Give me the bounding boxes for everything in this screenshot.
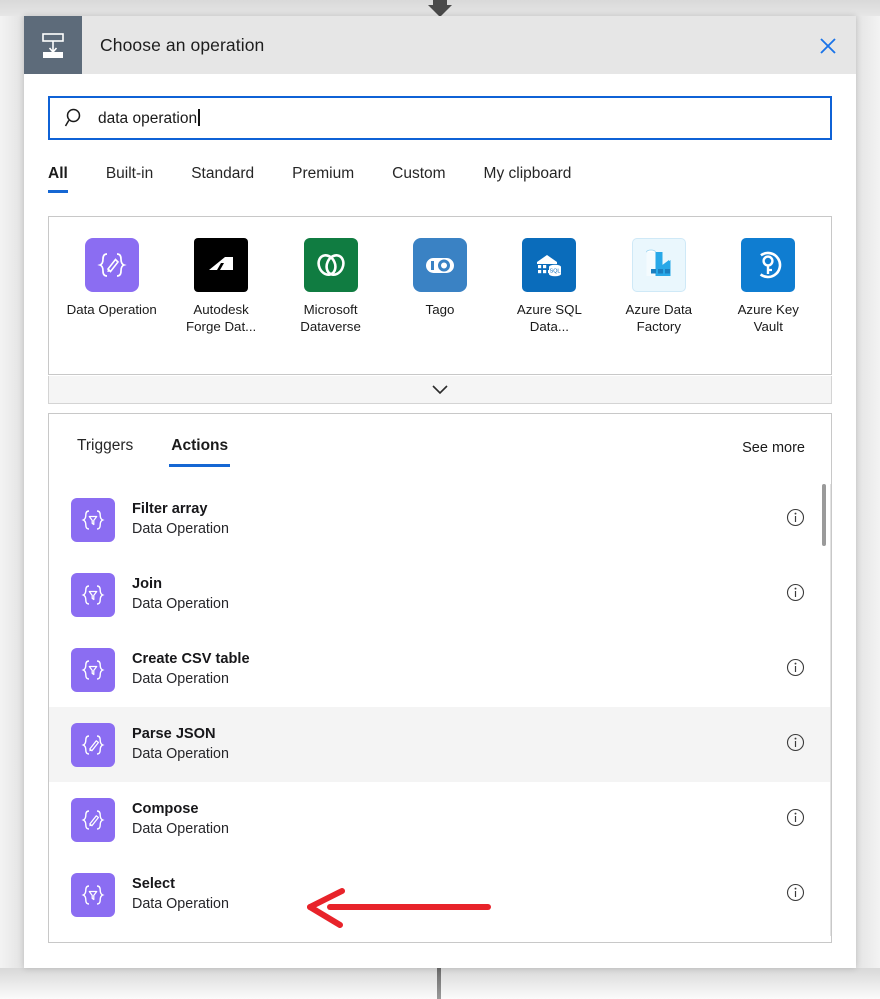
tab-triggers[interactable]: Triggers: [75, 429, 135, 467]
connector-tile-label: Azure Key Vault: [737, 302, 799, 334]
action-item-subtitle: Data Operation: [132, 821, 229, 837]
brace-pencil-icon: [71, 797, 115, 842]
azure-sql-data-warehouse-icon: SQL: [522, 238, 577, 292]
search-input[interactable]: data operation: [98, 110, 197, 127]
connector-tile-label: Azure Data Factory: [625, 302, 693, 334]
brace-filter-icon: [71, 872, 115, 917]
action-item-subtitle: Data Operation: [132, 671, 229, 687]
canvas-gutter-left: [0, 16, 24, 968]
connector-results-panel: Data Operation Autodesk Forge Dat... Mic…: [48, 216, 832, 375]
tago-icon: [412, 238, 467, 292]
autodesk-forge-icon: [194, 238, 249, 292]
connector-tile-label: Azure SQL Data...: [516, 302, 582, 334]
connector-tile-autodesk-forge[interactable]: Autodesk Forge Dat...: [166, 238, 275, 335]
tab-actions[interactable]: Actions: [169, 429, 230, 467]
see-more-link[interactable]: See more: [742, 440, 805, 456]
chevron-down-icon: [432, 385, 448, 395]
category-tabs: All Built-in Standard Premium Custom My …: [48, 159, 832, 203]
flow-connector-line: [437, 968, 441, 999]
screen: Choose an operation data operation All B…: [0, 0, 880, 999]
collapse-connectors-button[interactable]: [48, 376, 832, 404]
insert-step-icon: [24, 16, 82, 74]
action-item-title: Compose: [132, 801, 199, 817]
action-type-tabs: Triggers Actions See more: [49, 414, 831, 482]
canvas-gutter-right: [856, 16, 880, 968]
close-icon: [820, 38, 836, 54]
connector-tile-azure-key-vault[interactable]: Azure Key Vault: [714, 238, 823, 335]
action-list-item-filter-array[interactable]: Filter array Data Operation: [49, 482, 831, 557]
tab-standard[interactable]: Standard: [191, 159, 254, 193]
tab-built-in[interactable]: Built-in: [106, 159, 153, 193]
tab-custom[interactable]: Custom: [392, 159, 445, 193]
brace-filter-icon: [71, 497, 115, 542]
action-item-title: Filter array: [132, 501, 208, 517]
info-button[interactable]: [786, 658, 805, 682]
svg-text:SQL: SQL: [550, 268, 561, 274]
info-icon: [786, 733, 805, 751]
action-list-scrollbar[interactable]: [822, 484, 826, 936]
action-item-title: Create CSV table: [132, 651, 250, 667]
action-item-text: Filter array Data Operation: [132, 500, 229, 539]
tab-my-clipboard[interactable]: My clipboard: [484, 159, 572, 193]
action-item-text: Parse JSON Data Operation: [132, 725, 229, 764]
connector-tile-label: Microsoft Dataverse: [300, 302, 361, 334]
action-item-title: Join: [132, 576, 162, 592]
connector-tile-tago[interactable]: Tago: [385, 238, 494, 318]
action-item-subtitle: Data Operation: [132, 746, 229, 762]
action-list-item-join[interactable]: Join Data Operation: [49, 557, 831, 632]
action-item-text: Compose Data Operation: [132, 800, 229, 839]
microsoft-dataverse-icon: [303, 238, 358, 292]
connector-tile-azure-sql-data-warehouse[interactable]: SQL Azure SQL Data...: [495, 238, 604, 335]
connector-tile-label: Data Operation: [66, 302, 157, 317]
text-caret: [198, 108, 200, 126]
choose-operation-dialog: Choose an operation data operation All B…: [24, 16, 856, 968]
info-icon: [786, 883, 805, 901]
tab-premium[interactable]: Premium: [292, 159, 354, 193]
data-operation-icon: [84, 238, 139, 292]
action-list-item-compose[interactable]: Compose Data Operation: [49, 782, 831, 857]
brace-filter-icon: [71, 572, 115, 617]
brace-pencil-icon: [71, 722, 115, 767]
info-icon: [786, 508, 805, 526]
info-icon: [786, 583, 805, 601]
close-button[interactable]: [814, 32, 842, 60]
info-button[interactable]: [786, 508, 805, 532]
action-list-item-select[interactable]: Select Data Operation: [49, 857, 831, 932]
dialog-header: Choose an operation: [24, 16, 856, 74]
action-item-subtitle: Data Operation: [132, 896, 229, 912]
scrollbar-thumb[interactable]: [822, 484, 826, 546]
scrollbar-track: [830, 484, 831, 936]
action-item-subtitle: Data Operation: [132, 521, 229, 537]
action-item-title: Parse JSON: [132, 726, 216, 742]
dialog-title: Choose an operation: [100, 34, 265, 55]
info-button[interactable]: [786, 583, 805, 607]
info-button[interactable]: [786, 808, 805, 832]
azure-data-factory-icon: [631, 238, 686, 292]
connector-tile-data-operation[interactable]: Data Operation: [57, 238, 166, 318]
search-input-value-wrap[interactable]: data operation: [98, 108, 200, 128]
search-box[interactable]: data operation: [48, 96, 832, 140]
action-list: Filter array Data Operation Join Data Op…: [49, 482, 831, 932]
connector-tile-azure-data-factory[interactable]: Azure Data Factory: [604, 238, 713, 335]
info-icon: [786, 808, 805, 826]
brace-filter-icon: [71, 647, 115, 692]
action-item-text: Select Data Operation: [132, 875, 229, 914]
connector-tile-microsoft-dataverse[interactable]: Microsoft Dataverse: [276, 238, 385, 335]
action-list-item-create-csv-table[interactable]: Create CSV table Data Operation: [49, 632, 831, 707]
search-icon: [64, 108, 81, 127]
action-item-subtitle: Data Operation: [132, 596, 229, 612]
azure-key-vault-icon: [741, 238, 796, 292]
action-item-text: Join Data Operation: [132, 575, 229, 614]
action-item-text: Create CSV table Data Operation: [132, 650, 250, 689]
info-button[interactable]: [786, 883, 805, 907]
info-icon: [786, 658, 805, 676]
connector-tile-label: Autodesk Forge Dat...: [186, 302, 257, 334]
actions-panel: Triggers Actions See more Filter array D…: [48, 413, 832, 943]
tab-all[interactable]: All: [48, 159, 68, 193]
action-list-item-parse-json[interactable]: Parse JSON Data Operation: [49, 707, 831, 782]
connector-tile-label: Tago: [425, 302, 455, 317]
action-item-title: Select: [132, 876, 175, 892]
info-button[interactable]: [786, 733, 805, 757]
